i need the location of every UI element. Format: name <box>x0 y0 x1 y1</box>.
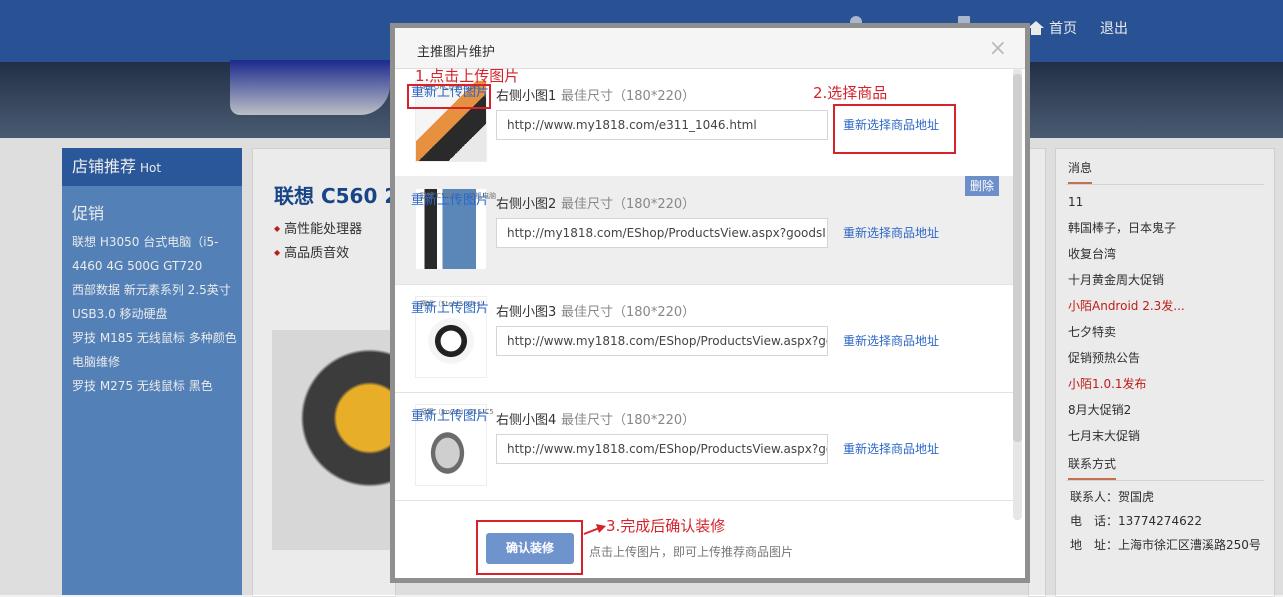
product-url-input[interactable]: http://www.my1818.com/EShop/ProductsView… <box>496 434 828 464</box>
reupload-image-link[interactable]: 重新上传图片 <box>411 405 489 424</box>
image-row: 删除 联想 C5050 一体机电脑 重新上传图片 右侧小图2 最佳尺寸（180*… <box>395 176 1013 285</box>
size-hint: 最佳尺寸（180*220） <box>561 197 696 212</box>
image-row: 坚果（JmGO）G1S C5 重新上传图片 右侧小图4 最佳尺寸（180*220… <box>395 392 1013 501</box>
product-url-input[interactable]: http://my1818.com/EShop/ProductsView.asp… <box>496 218 828 248</box>
product-url-input[interactable]: http://www.my1818.com/EShop/ProductsView… <box>496 326 828 356</box>
reselect-product-link[interactable]: 重新选择商品地址 <box>843 440 939 457</box>
modal-scrollbar[interactable] <box>1013 68 1022 520</box>
reupload-image-link[interactable]: 重新上传图片 <box>411 189 489 208</box>
annotation-arrow-icon <box>583 524 606 535</box>
image-row: 赛睿（SteelSeries） 重新上传图片 右侧小图3 最佳尺寸（180*22… <box>395 284 1013 393</box>
reupload-image-link[interactable]: 重新上传图片 <box>411 297 489 316</box>
scrollbar-thumb[interactable] <box>1013 74 1022 442</box>
annotation-step3: 3.完成后确认装修 <box>606 517 726 535</box>
row-label: 右侧小图4 <box>496 413 557 428</box>
modal-title: 主推图片维护 <box>417 45 496 60</box>
upload-hint: 点击上传图片，即可上传推荐商品图片 <box>589 545 794 559</box>
row-label: 右侧小图1 <box>496 89 557 104</box>
annotation-box-step3 <box>476 520 583 575</box>
annotation-box-step1 <box>407 84 491 109</box>
reselect-product-link[interactable]: 重新选择商品地址 <box>843 224 939 241</box>
product-url-input[interactable]: http://www.my1818.com/e311_1046.html <box>496 110 828 140</box>
row-label: 右侧小图3 <box>496 305 557 320</box>
size-hint: 最佳尺寸（180*220） <box>561 305 696 320</box>
annotation-step1: 1.点击上传图片 <box>415 67 520 85</box>
close-icon[interactable]: × <box>989 36 1007 61</box>
size-hint: 最佳尺寸（180*220） <box>561 89 696 104</box>
modal-header: 主推图片维护 × <box>395 28 1025 69</box>
reselect-product-link[interactable]: 重新选择商品地址 <box>843 332 939 349</box>
annotation-step2: 2.选择商品 <box>813 84 888 102</box>
delete-button[interactable]: 删除 <box>965 176 999 196</box>
annotation-box-step2 <box>833 104 956 154</box>
size-hint: 最佳尺寸（180*220） <box>561 413 696 428</box>
row-label: 右侧小图2 <box>496 197 557 212</box>
